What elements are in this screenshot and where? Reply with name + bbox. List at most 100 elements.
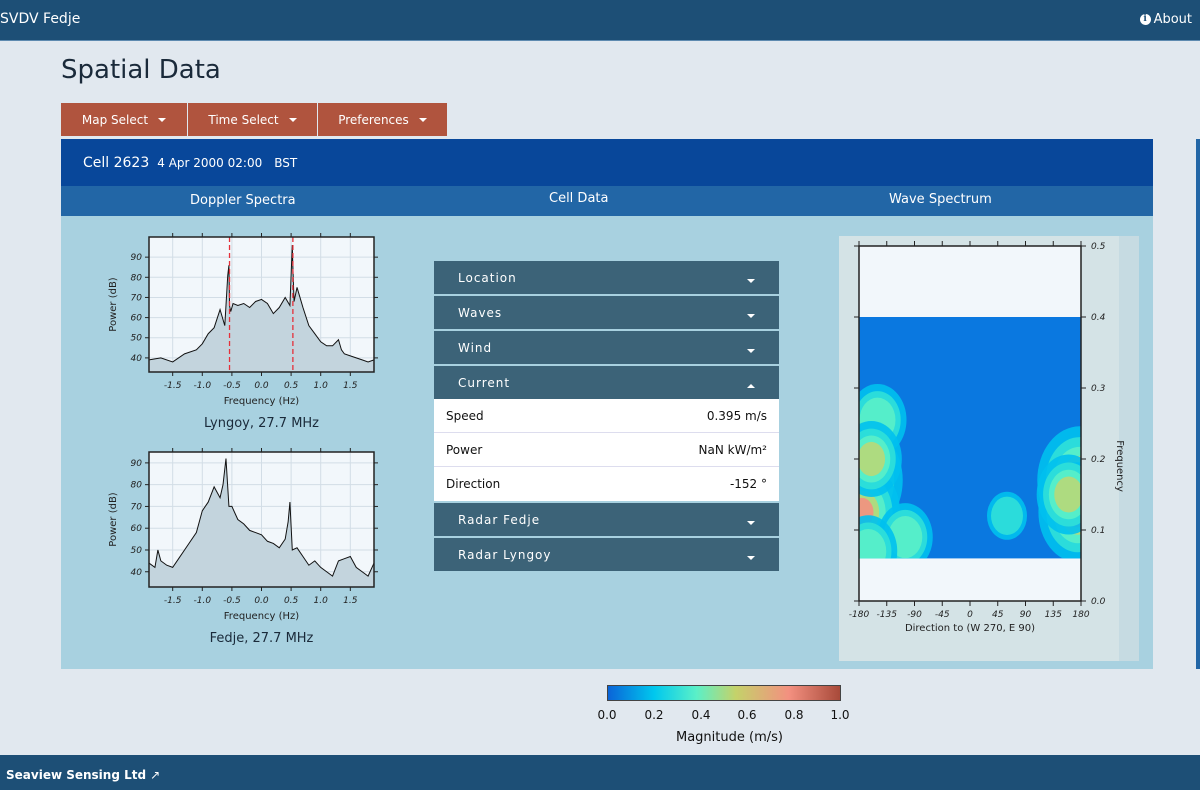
- top-navbar: SVDV Fedje i About: [0, 0, 1200, 41]
- x-tick-label: 0.0: [254, 381, 269, 391]
- x-tick-label: -1.5: [164, 381, 182, 391]
- x-tick-label: 1.0: [314, 596, 329, 606]
- row-value: NaN kW/m²: [698, 442, 767, 457]
- caret-up-icon: [747, 383, 755, 388]
- accordion-header-radar-lyngoy[interactable]: Radar Lyngoy: [434, 538, 779, 571]
- scroll-edge: [1196, 139, 1200, 669]
- y-tick-label: 0.0: [1091, 597, 1106, 607]
- y-tick-label: 50: [131, 334, 143, 344]
- y-tick-label: 90: [131, 459, 143, 469]
- accordion-label: Wind: [458, 340, 493, 355]
- accordion-label: Radar Fedje: [458, 512, 541, 527]
- x-tick-label: 0.5: [284, 596, 299, 606]
- y-tick-label: 60: [131, 314, 143, 324]
- accordion-label: Location: [458, 270, 517, 285]
- wave-spectrum-chart: -180 -135 -90 -45 0 45 90 135 1800.0 0.1 0.2 0.3 0.4…: [839, 236, 1139, 661]
- row-value: 0.395 m/s: [706, 408, 767, 423]
- x-tick-label: 0: [967, 610, 973, 620]
- accordion-body: Speed 0.395 m/s Power NaN kW/m² Direction -15…: [434, 399, 779, 501]
- x-tick-label: 0.0: [254, 596, 269, 606]
- cell-panel: Cell 2623 4 Apr 2000 02:00 BST Doppler S…: [61, 139, 1153, 669]
- chart-title: Lyngoy, 27.7 MHz: [204, 416, 319, 431]
- section-headers: Doppler Spectra Cell Data Wave Spectrum: [61, 186, 1153, 216]
- x-tick-label: -1.5: [164, 596, 182, 606]
- accordion-label: Current: [458, 375, 511, 390]
- contour-blob: [859, 441, 886, 477]
- accordion-header-location[interactable]: Location: [434, 261, 779, 294]
- caret-down-icon: [747, 348, 755, 353]
- chart-title: Fedje, 27.7 MHz: [210, 631, 314, 646]
- y-tick-label: 90: [131, 253, 143, 263]
- cell-timezone: BST: [274, 155, 298, 170]
- colorbar-tick: 0.4: [691, 708, 711, 722]
- y-tick-label: 0.4: [1091, 313, 1106, 323]
- caret-down-icon: [747, 555, 755, 560]
- y-tick-label: 70: [131, 502, 143, 512]
- x-tick-label: -180: [849, 610, 870, 620]
- external-link-icon[interactable]: ↗: [150, 768, 160, 790]
- preferences-label: Preferences: [338, 112, 409, 127]
- x-tick-label: 0.5: [284, 381, 299, 391]
- data-row-speed: Speed 0.395 m/s: [434, 399, 779, 433]
- company-link[interactable]: Seaview Sensing Ltd: [6, 768, 146, 790]
- accordion-header-waves[interactable]: Waves: [434, 296, 779, 329]
- y-tick-label: 0.2: [1091, 455, 1106, 465]
- colorbar-title: Magnitude (m/s): [676, 730, 783, 745]
- time-select-dropdown[interactable]: Time Select: [188, 103, 318, 136]
- y-tick-label: 40: [131, 568, 143, 578]
- data-row-direction: Direction -152 °: [434, 467, 779, 501]
- x-tick-label: -90: [907, 610, 922, 620]
- colorbar-tick: 1.0: [830, 708, 850, 722]
- x-axis-label: Direction to (W 270, E 90): [905, 623, 1035, 634]
- x-tick-label: -1.0: [194, 596, 212, 606]
- cell-time: 4 Apr 2000 02:00: [157, 155, 263, 170]
- cell-data-accordion: Location Waves Wind Current Speed 0.395 m/s Po…: [434, 261, 779, 573]
- accordion-header-radar-fedje[interactable]: Radar Fedje: [434, 503, 779, 536]
- y-axis-label: Power (dB): [108, 492, 119, 547]
- x-tick-label: -0.5: [223, 596, 241, 606]
- row-value: -152 °: [729, 477, 767, 491]
- accordion-label: Waves: [458, 305, 503, 320]
- colorbar-tick: 0.6: [737, 708, 757, 722]
- x-axis-label: Frequency (Hz): [224, 396, 300, 407]
- map-select-dropdown[interactable]: Map Select: [61, 103, 188, 136]
- x-tick-label: 135: [1045, 610, 1062, 620]
- y-tick-label: 0.5: [1091, 242, 1106, 252]
- accordion-header-wind[interactable]: Wind: [434, 331, 779, 364]
- row-label: Direction: [446, 477, 501, 491]
- preferences-dropdown[interactable]: Preferences: [318, 103, 448, 136]
- info-circle-icon: i: [1139, 14, 1151, 25]
- wave-spectrum-heading: Wave Spectrum: [889, 192, 992, 207]
- row-label: Power: [446, 442, 483, 457]
- x-tick-label: -135: [877, 610, 898, 620]
- cell-data-heading: Cell Data: [549, 191, 609, 206]
- x-tick-label: 90: [1020, 610, 1032, 620]
- cell-name: Cell 2623: [83, 154, 150, 171]
- accordion-label: Radar Lyngoy: [458, 547, 552, 562]
- magnitude-colorbar: [607, 685, 841, 701]
- contour-blob: [1054, 476, 1081, 513]
- colorbar-tick: 0.0: [597, 708, 617, 722]
- cell-header: Cell 2623 4 Apr 2000 02:00 BST: [61, 139, 1153, 186]
- page-title: Spatial Data: [61, 55, 221, 85]
- x-tick-label: -0.5: [223, 381, 241, 391]
- caret-down-icon: [288, 117, 297, 122]
- about-label: About: [1153, 12, 1192, 27]
- x-tick-label: 1.5: [343, 381, 358, 391]
- about-link[interactable]: i About: [1139, 12, 1192, 27]
- control-tabs: Map Select Time Select Preferences: [61, 103, 448, 136]
- footer: Seaview Sensing Ltd ↗: [0, 755, 1200, 790]
- y-tick-label: 50: [131, 546, 143, 556]
- caret-down-icon: [747, 313, 755, 318]
- x-tick-label: -45: [935, 610, 950, 620]
- row-label: Speed: [446, 408, 484, 423]
- caret-down-icon: [158, 117, 167, 122]
- caret-down-icon: [747, 278, 755, 283]
- brand-link[interactable]: SVDV Fedje: [0, 11, 80, 27]
- doppler-chart-lyngoy: -1.5 -1.0 -0.5 0.0 0.5 1.0 1.5 40 50 60 70 80 90 Freq…: [108, 233, 378, 431]
- accordion-header-current[interactable]: Current: [434, 366, 779, 399]
- time-select-label: Time Select: [208, 112, 279, 127]
- doppler-chart-fedje: -1.5 -1.0 -0.5 0.0 0.5 1.0 1.5 40 50 60 70 80 90 Freq…: [108, 448, 378, 646]
- data-row-power: Power NaN kW/m²: [434, 433, 779, 467]
- colorbar-tick: 0.8: [784, 708, 804, 722]
